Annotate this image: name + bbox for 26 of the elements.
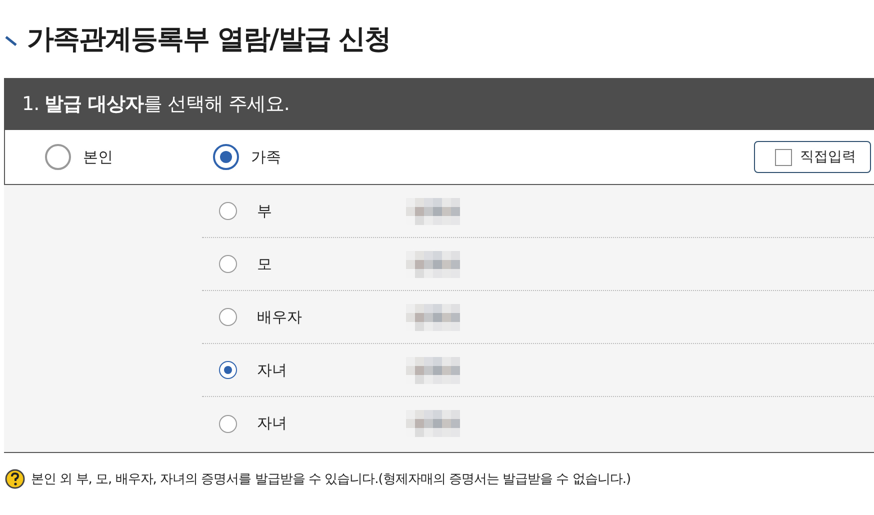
- redacted-name-drawing: [406, 304, 460, 330]
- relation-label: 부: [257, 202, 273, 220]
- redacted-name-drawing: [406, 356, 460, 384]
- help-icon: [5, 469, 25, 489]
- radio-label: 가족: [251, 148, 281, 166]
- radio-button[interactable]: [219, 414, 237, 432]
- radio-button[interactable]: [213, 144, 239, 170]
- relation-label: 배우자: [257, 308, 303, 326]
- redacted-name-drawing: [406, 250, 460, 278]
- radio-button[interactable]: [219, 308, 237, 326]
- radio-button[interactable]: [219, 202, 237, 220]
- radio-button[interactable]: [219, 361, 237, 379]
- checkbox[interactable]: [775, 148, 792, 166]
- direct-input-button[interactable]: 직접입력: [754, 141, 871, 173]
- relation-label: 자녀: [257, 360, 288, 380]
- tick-icon: [5, 36, 17, 46]
- redacted-name-drawing: [406, 410, 460, 437]
- section-heading: 1. 발급 대상자를 선택해 주세요.: [22, 92, 290, 117]
- radio-label: 본인: [83, 148, 113, 166]
- page-title: 가족관계등록부 열람/발급 신청: [27, 23, 391, 57]
- radio-button[interactable]: [219, 255, 237, 273]
- relation-label: 자녀: [257, 414, 288, 433]
- relation-label: 모: [257, 254, 273, 274]
- note-text: 본인 외 부, 모, 배우자, 자녀의 증명서를 발급받을 수 있습니다.(형제자매의 증명서는 발급받을 수 없습니다.): [31, 471, 631, 488]
- redacted-name-drawing: [406, 198, 460, 224]
- radio-button[interactable]: [45, 144, 71, 170]
